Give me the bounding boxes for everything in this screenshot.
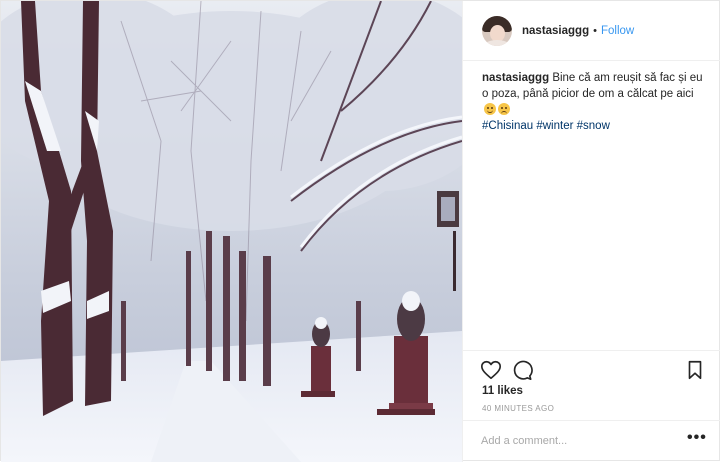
follow-button[interactable]: Follow — [601, 25, 634, 37]
post-header: nastasiaggg • Follow — [463, 1, 720, 61]
likes-count[interactable]: 11 likes — [482, 385, 523, 397]
more-icon[interactable]: ••• — [687, 430, 706, 447]
caption-username[interactable]: nastasiaggg — [482, 72, 549, 84]
winter-park-image — [1, 1, 462, 462]
bookmark-icon[interactable] — [684, 359, 706, 381]
action-bar — [463, 350, 720, 388]
avatar[interactable] — [482, 15, 512, 46]
comment-icon[interactable] — [511, 359, 533, 381]
post-caption: nastasiaggg Bine că am reușit să fac și … — [482, 70, 710, 134]
hashtag-winter[interactable]: #winter — [536, 120, 573, 132]
header-username[interactable]: nastasiaggg — [522, 25, 589, 37]
comment-bar: ••• — [463, 420, 720, 462]
heart-icon[interactable] — [480, 359, 502, 381]
hashtag-snow[interactable]: #snow — [577, 120, 610, 132]
comment-input[interactable] — [481, 432, 671, 450]
post-timestamp: 40 MINUTES AGO — [482, 404, 555, 413]
separator-dot: • — [593, 24, 597, 37]
smile-emoji-icon — [484, 103, 496, 115]
hashtag-chisinau[interactable]: #Chisinau — [482, 120, 533, 132]
instagram-post: nastasiaggg • Follow nastasiaggg Bine că… — [0, 0, 720, 462]
post-photo[interactable] — [1, 1, 462, 462]
post-side-panel: nastasiaggg • Follow nastasiaggg Bine că… — [462, 1, 720, 462]
grimace-emoji-icon — [498, 103, 510, 115]
